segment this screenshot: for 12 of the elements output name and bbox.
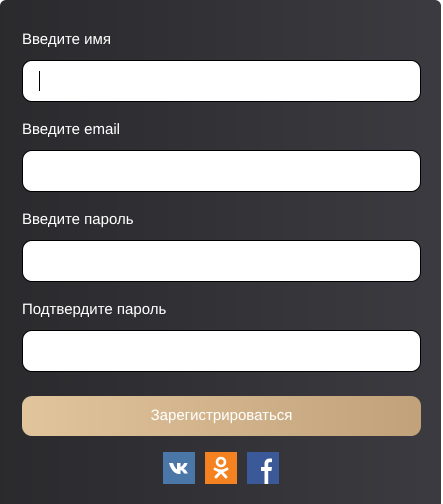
vk-logo-icon[interactable] — [162, 452, 194, 484]
field-label: Введите имя — [22, 30, 112, 50]
field-label: Введите пароль — [22, 210, 135, 230]
input-field[interactable] — [22, 60, 421, 102]
input-field[interactable] — [22, 240, 421, 282]
field-label: Подтвердите пароль — [22, 300, 168, 320]
input-field[interactable] — [22, 330, 421, 372]
facebook-logo-icon[interactable] — [246, 452, 278, 484]
register-button[interactable]: Зарегистрироваться — [22, 396, 421, 436]
ok-logo-icon[interactable] — [204, 452, 236, 484]
field-label: Введите email — [22, 120, 122, 140]
input-field[interactable] — [22, 150, 421, 192]
